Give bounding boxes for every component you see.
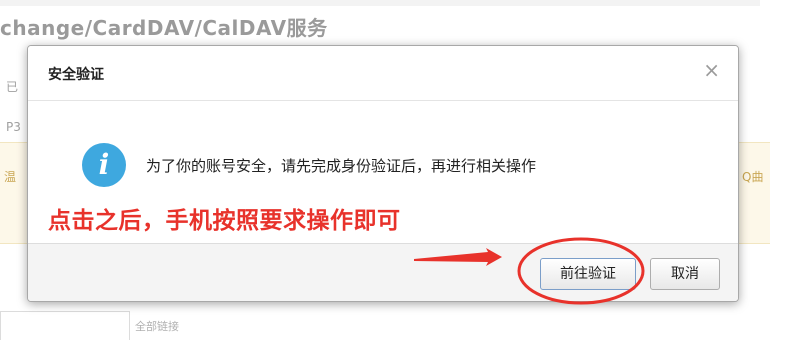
red-arrow-icon	[414, 248, 502, 266]
annotation-overlay	[414, 237, 645, 305]
highlight-circle	[517, 237, 645, 305]
